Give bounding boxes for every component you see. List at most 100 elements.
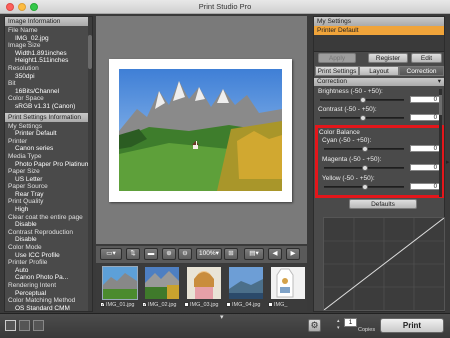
thumbnail-checkbox[interactable]: [268, 302, 273, 308]
view-icon-dropdown[interactable]: ▤▾: [244, 248, 264, 260]
zoom-level-value: 100%: [199, 250, 216, 257]
copies-stepper[interactable]: ▴ ▾: [337, 318, 343, 333]
info-label: File Name: [8, 27, 38, 34]
info-label: Paper Source: [8, 183, 48, 191]
copies-field[interactable]: 1: [344, 318, 357, 327]
previous-arrow-icon[interactable]: ◀: [268, 248, 282, 260]
bottom-bar: ▾ ⚙ ▴ ▾ 1 Copies Print: [0, 313, 450, 338]
single-view-icon[interactable]: [5, 320, 16, 331]
edit-button[interactable]: Edit: [411, 53, 442, 63]
list-view-icon[interactable]: [33, 320, 44, 331]
info-label: My Settings: [8, 122, 42, 130]
info-value: Canon series: [15, 145, 54, 153]
paper-icon-dropdown[interactable]: ▭▾: [100, 248, 122, 260]
thumbnail-item[interactable]: IMG_03.jpg: [184, 266, 224, 308]
settings-panel: My Settings Printer Default Apply Regist…: [313, 16, 445, 312]
info-label: Bit: [8, 80, 16, 88]
thumbnail-checkbox[interactable]: [226, 302, 231, 308]
zoom-in-icon[interactable]: ⊕: [162, 248, 176, 260]
thumbnail-label: IMG_03.jpg: [184, 302, 224, 308]
preview-photo[interactable]: [119, 69, 282, 191]
contrast-value-field[interactable]: 0: [410, 114, 440, 121]
print-settings-info-list: My Settings Printer Default Printer Canon s…: [5, 122, 92, 312]
zoom-level-dropdown[interactable]: 100%▾: [196, 248, 222, 260]
correction-header[interactable]: Correction ▾: [314, 78, 444, 86]
my-settings-buttons: Apply Register Edit: [314, 52, 444, 63]
info-label: Color Matching Method: [8, 297, 76, 305]
contrast-label: Contrast (-50 - +50):: [318, 106, 377, 113]
next-arrow-icon[interactable]: ▶: [286, 248, 300, 260]
info-value: IMG_02.jpg: [15, 34, 49, 42]
my-settings-header: My Settings: [314, 17, 444, 26]
defaults-button[interactable]: Defaults: [349, 199, 417, 209]
panel-toggle-arrow-icon[interactable]: ▸: [446, 158, 450, 166]
contrast-slider[interactable]: [320, 115, 404, 121]
print-preview-area: [96, 16, 307, 244]
info-value: OS Standard CMM: [15, 304, 70, 312]
zoom-out-icon[interactable]: ⊖: [178, 248, 192, 260]
correction-settings: Brightness (-50 - +50): 0 Contrast (-50 …: [314, 86, 444, 209]
info-label: Paper Size: [8, 168, 40, 176]
thumbnail-checkbox[interactable]: ✓: [100, 302, 105, 308]
thumbnail-image: [271, 267, 305, 299]
info-scrollbar-thumb[interactable]: [88, 35, 92, 69]
info-label: Media Type: [8, 152, 42, 160]
thumbnail-item[interactable]: ✓IMG_02.jpg: [142, 266, 182, 308]
info-label: Rendering Intent: [8, 282, 57, 289]
print-button[interactable]: Print: [380, 318, 444, 333]
my-settings-list[interactable]: Printer Default: [314, 26, 444, 52]
rotate-icon[interactable]: ⇅: [126, 248, 140, 260]
info-label: Print Quality: [8, 198, 44, 206]
correction-header-label: Correction: [317, 78, 347, 85]
info-label: Color Space: [8, 95, 44, 103]
info-label: Contrast Reproduction: [8, 228, 74, 236]
brightness-label: Brightness (-50 - +50):: [318, 88, 383, 95]
info-label: Color Mode: [8, 244, 42, 252]
collapse-strip-arrow-icon[interactable]: ▾: [220, 313, 224, 321]
info-panel: Image Information File Name IMG_02.jpg Ima…: [4, 16, 93, 312]
tab-layout[interactable]: Layout: [359, 66, 399, 76]
info-value: Rear Tray: [15, 190, 44, 198]
register-button[interactable]: Register: [368, 53, 408, 63]
info-value: Height1.511inches: [15, 57, 69, 65]
info-value: Perceptual: [15, 289, 47, 297]
brightness-slider-knob[interactable]: [360, 97, 366, 103]
thumbnail-image: [229, 267, 263, 299]
info-value: Width1.891inches: [15, 49, 67, 57]
info-value: sRGB v1.31 (Canon): [15, 102, 76, 110]
thumbnail-item[interactable]: IMG_04.jpg: [226, 266, 266, 308]
settings-scrollbar-thumb[interactable]: [439, 95, 442, 115]
print-settings-info-header[interactable]: Print Settings Information: [5, 112, 92, 122]
info-label: Image Size: [8, 42, 41, 50]
grid-icon[interactable]: ⊞: [224, 248, 238, 260]
contrast-row: Contrast (-50 - +50): 0: [318, 106, 440, 121]
info-value: 16Bits/Channel: [15, 87, 60, 95]
split-view-icon[interactable]: [19, 320, 30, 331]
thumbnail-item[interactable]: ✓IMG_01.jpg: [100, 266, 140, 308]
brightness-value-field[interactable]: 0: [410, 96, 440, 103]
contrast-slider-knob[interactable]: [360, 115, 366, 121]
thumbnail-checkbox[interactable]: ✓: [142, 302, 147, 308]
thumbnail-image: [145, 267, 179, 299]
info-value: Auto: [15, 266, 29, 274]
my-settings-item-printer-default[interactable]: Printer Default: [314, 26, 444, 35]
tab-correction[interactable]: Correction: [399, 66, 444, 76]
thumbnail-item[interactable]: IMG_: [268, 266, 308, 308]
thumbnail-checkbox[interactable]: [184, 302, 189, 308]
settings-tabs: Print Settings Layout Correction: [314, 66, 444, 76]
fit-page-icon[interactable]: ▬: [144, 248, 158, 260]
tab-print-settings[interactable]: Print Settings: [315, 66, 359, 76]
image-info-header[interactable]: Image Information: [5, 17, 92, 26]
thumbnail-image: [187, 267, 221, 299]
settings-gear-icon[interactable]: ⚙: [308, 319, 321, 332]
thumbnail-image: [102, 266, 138, 300]
preview-toolbar: ▭▾ ⇅ ▬ ⊕ ⊖ 100%▾ ⊞ ▤▾ ◀ ▶: [96, 246, 307, 263]
apply-button[interactable]: Apply: [318, 53, 356, 63]
title-bar: Print Studio Pro: [0, 0, 450, 14]
collapse-arrow-icon: ▾: [437, 78, 441, 85]
copies-label: Copies: [358, 327, 376, 333]
info-label: Clear coat the entire page: [8, 213, 83, 221]
paper-preview: [109, 59, 292, 202]
brightness-slider[interactable]: [320, 97, 404, 103]
info-value: Disable: [15, 236, 37, 244]
